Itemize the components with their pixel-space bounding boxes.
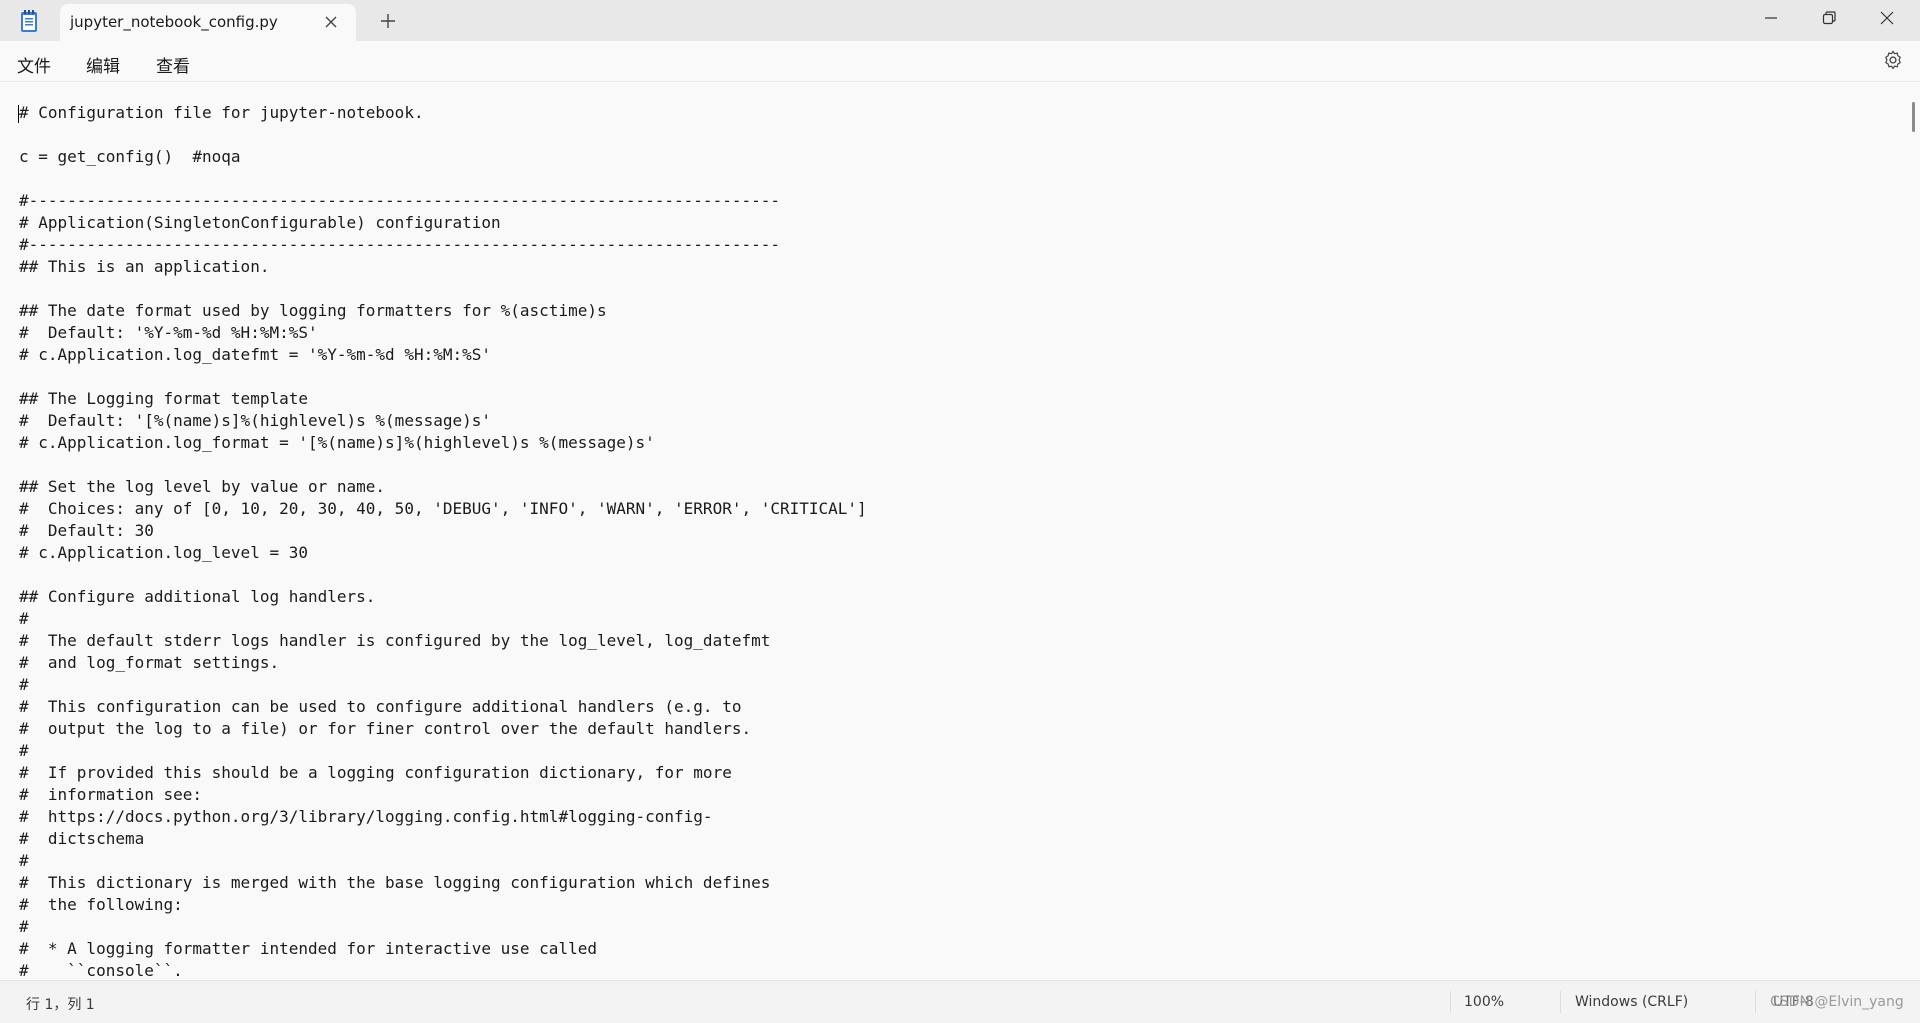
restore-icon — [1822, 11, 1836, 25]
code-line: # ``console``. — [19, 961, 183, 980]
notepad-icon — [18, 9, 40, 33]
status-bar: 行 1，列 1 100% Windows (CRLF) UTF-8 CSDN @… — [0, 980, 1920, 1023]
code-line: #---------------------------------------… — [19, 235, 780, 254]
new-tab-button[interactable] — [377, 10, 399, 32]
code-line: # — [19, 675, 29, 694]
code-line: # information see: — [19, 785, 203, 804]
restore-button[interactable] — [1800, 0, 1858, 36]
code-line: ## The Logging format template — [19, 389, 308, 408]
code-line: # Default: '%Y-%m-%d %H:%M:%S' — [19, 323, 318, 342]
code-line: # — [19, 851, 29, 870]
line-ending: Windows (CRLF) — [1575, 994, 1689, 1010]
divider — [1755, 991, 1756, 1013]
code-line: # The default stderr logs handler is con… — [19, 631, 771, 650]
divider — [1450, 991, 1451, 1013]
code-line: # and log_format settings. — [19, 653, 280, 672]
code-line: ## Set the log level by value or name. — [19, 477, 386, 496]
code-line: # c.Application.log_format = '[%(name)s]… — [19, 433, 655, 452]
close-icon[interactable] — [322, 13, 340, 31]
code-line: # Application(SingletonConfigurable) con… — [19, 213, 501, 232]
title-bar: jupyter_notebook_config.py — [0, 0, 1920, 41]
tab-title: jupyter_notebook_config.py — [70, 13, 278, 31]
zoom-level: 100% — [1464, 994, 1505, 1010]
menu-bar: 文件 编辑 查看 — [0, 41, 1920, 82]
minimize-button[interactable] — [1742, 0, 1800, 36]
divider — [1560, 991, 1561, 1013]
menu-edit[interactable]: 编辑 — [86, 50, 120, 79]
code-line: # c.Application.log_level = 30 — [19, 543, 308, 562]
code-line: # output the log to a file) or for finer… — [19, 719, 752, 738]
code-line: # the following: — [19, 895, 183, 914]
tab-file[interactable]: jupyter_notebook_config.py — [60, 4, 356, 41]
code-line: ## The date format used by logging forma… — [19, 301, 607, 320]
code-line: # — [19, 917, 29, 936]
code-line: # If provided this should be a logging c… — [19, 763, 732, 782]
close-icon — [1880, 11, 1894, 25]
code-line: # Configuration file for jupyter-noteboo… — [19, 103, 424, 122]
code-line: ## Configure additional log handlers. — [19, 587, 376, 606]
code-line: #---------------------------------------… — [19, 191, 780, 210]
code-line: # Default: 30 — [19, 521, 154, 540]
watermark-text: CSDN @Elvin_yang — [1770, 994, 1904, 1010]
minimize-icon — [1765, 17, 1777, 19]
code-line: # dictschema — [19, 829, 145, 848]
menu-view[interactable]: 查看 — [156, 50, 190, 79]
vertical-scrollbar[interactable] — [1906, 82, 1920, 980]
close-window-button[interactable] — [1858, 0, 1916, 36]
code-line: # Default: '[%(name)s]%(highlevel)s %(me… — [19, 411, 492, 430]
code-line: c = get_config() #noqa — [19, 147, 241, 166]
code-line: # — [19, 741, 29, 760]
editor-content[interactable]: # Configuration file for jupyter-noteboo… — [19, 102, 867, 980]
cursor-position: 行 1，列 1 — [26, 997, 95, 1013]
menu-file[interactable]: 文件 — [17, 50, 51, 79]
code-line: # This configuration can be used to conf… — [19, 697, 742, 716]
scrollbar-thumb[interactable] — [1912, 102, 1915, 132]
settings-button[interactable] — [1882, 49, 1904, 71]
code-line: # This dictionary is merged with the bas… — [19, 873, 771, 892]
plus-icon — [381, 14, 395, 28]
text-caret — [18, 105, 19, 123]
code-line: # https://docs.python.org/3/library/logg… — [19, 807, 713, 826]
code-line: # — [19, 609, 29, 628]
text-editor[interactable]: # Configuration file for jupyter-noteboo… — [0, 82, 1906, 980]
code-line: # Choices: any of [0, 10, 20, 30, 40, 50… — [19, 499, 867, 518]
gear-icon — [1885, 50, 1901, 70]
code-line: # c.Application.log_datefmt = '%Y-%m-%d … — [19, 345, 492, 364]
code-line: # * A logging formatter intended for int… — [19, 939, 597, 958]
code-line: ## This is an application. — [19, 257, 270, 276]
